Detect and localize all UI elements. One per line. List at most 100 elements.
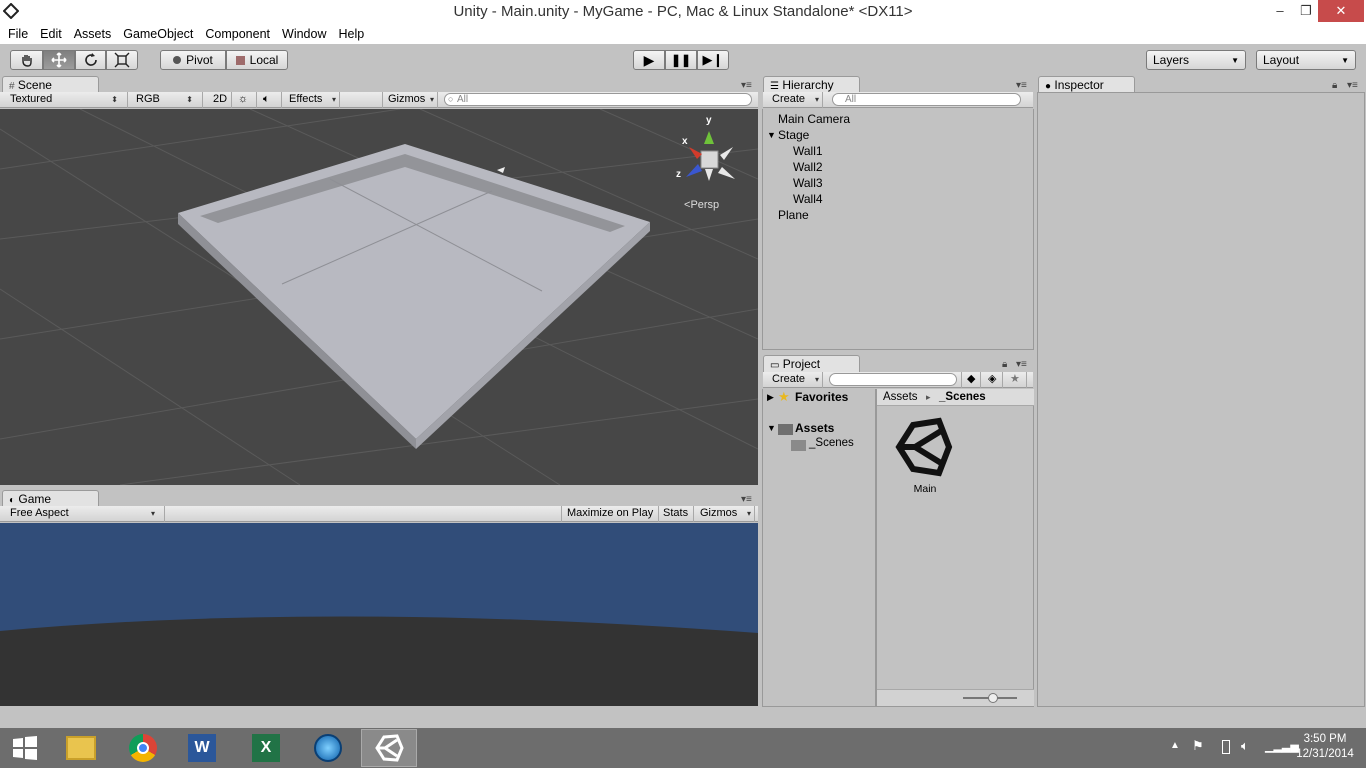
menu-window[interactable]: Window [282,27,326,41]
tray-expand-icon[interactable]: ▲ [1170,740,1180,751]
tab-game[interactable]: ◐ Game [2,490,99,507]
taskbar-word[interactable]: W [174,729,230,767]
create-label: Create [772,93,806,105]
panel-menu-icon[interactable]: ▾≡ [1016,359,1027,370]
scenes-folder-item[interactable]: _Scenes [809,437,854,449]
hierarchy-search-input[interactable]: All [832,93,1021,106]
pause-button[interactable]: ❚❚ [665,50,697,70]
project-toolbar: Create ▾ ◆ ◈ ★ [763,372,1033,388]
rgb-dropdown[interactable]: RGB ⬍ [131,92,203,108]
lighting-toggle[interactable]: ☼ [233,92,257,108]
aspect-dropdown[interactable]: Free Aspect ▾ [5,506,165,522]
tab-inspector[interactable]: ● Inspector [1038,76,1135,93]
panel-menu-icon[interactable]: ▾≡ [741,80,752,91]
menu-assets[interactable]: Assets [74,27,112,41]
step-button[interactable]: ▶❙ [697,50,729,70]
taskbar-excel[interactable]: X [238,729,294,767]
panel-menu-icon[interactable]: ▾≡ [1016,80,1027,91]
move-arrows-icon [51,52,67,68]
scene-search-placeholder: All [457,94,469,105]
window-title: Unity - Main.unity - MyGame - PC, Mac & … [453,3,913,20]
project-search-input[interactable] [829,373,957,386]
rgb-label: RGB [136,93,160,105]
stats-toggle[interactable]: Stats [658,506,695,522]
taskbar-unity[interactable] [361,729,417,767]
scene-search-input[interactable]: All [444,93,752,106]
hierarchy-item-wall4[interactable]: Wall4 [793,192,823,206]
aspect-label: Free Aspect [10,507,69,519]
maximize-button[interactable]: ❐ [1295,0,1317,22]
menu-edit[interactable]: Edit [40,27,62,41]
audio-toggle[interactable]: 🔈︎ [258,92,282,108]
lock-icon[interactable]: 🔒︎ [1002,359,1007,370]
taskbar-chrome[interactable] [115,729,171,767]
grid-icon: # [9,81,15,92]
filter-type-button[interactable]: ◆ [961,372,981,388]
breadcrumb-scenes[interactable]: _Scenes [939,391,986,403]
expand-arrow-icon[interactable]: ▼ [767,423,776,433]
layers-dropdown[interactable]: Layers ▼ [1146,50,1246,70]
clock[interactable]: 3:50 PM 12/31/2014 [1290,733,1360,760]
rotate-tool-button[interactable] [75,50,106,70]
menu-help[interactable]: Help [338,27,364,41]
hierarchy-item-wall2[interactable]: Wall2 [793,160,823,174]
2d-toggle[interactable]: 2D [208,92,232,108]
pivot-button[interactable]: Pivot [160,50,226,70]
hierarchy-item-stage[interactable]: Stage [778,128,809,142]
shading-mode-dropdown[interactable]: Textured ⬍ [5,92,128,108]
close-button[interactable]: ✕ [1318,0,1364,22]
play-button[interactable]: ▶ [633,50,665,70]
hierarchy-create-dropdown[interactable]: Create ▾ [767,92,823,108]
persp-label[interactable]: <Persp [684,199,719,211]
battery-icon[interactable] [1222,740,1230,754]
sun-icon: ☼ [238,93,249,105]
scene-gizmo[interactable] [686,131,735,181]
hierarchy-item-wall1[interactable]: Wall1 [793,144,823,158]
lock-icon[interactable]: 🔒︎ [1332,80,1337,91]
volume-icon[interactable]: 🔈︎ [1241,738,1249,754]
menu-gameobject[interactable]: GameObject [123,27,193,41]
filter-label-button[interactable]: ◈ [983,372,1003,388]
menu-file[interactable]: File [8,27,28,41]
favorites-item[interactable]: Favorites [795,390,848,404]
hierarchy-tab-label: Hierarchy [782,78,834,92]
effects-label: Effects [289,93,323,105]
assets-item[interactable]: Assets [795,421,834,435]
favorite-button[interactable]: ★ [1005,372,1027,388]
expand-arrow-icon[interactable]: ▼ [767,130,776,140]
game-view[interactable] [0,523,758,706]
zoom-slider-thumb[interactable] [988,693,998,703]
move-tool-button[interactable] [43,50,75,70]
hierarchy-item-wall3[interactable]: Wall3 [793,176,823,190]
game-gizmos-dropdown[interactable]: Gizmos ▾ [695,506,755,522]
project-create-dropdown[interactable]: Create ▾ [767,372,823,388]
layers-label: Layers [1153,53,1190,67]
breadcrumb-assets[interactable]: Assets [883,391,918,403]
layout-dropdown[interactable]: Layout ▼ [1256,50,1356,70]
collapse-arrow-icon[interactable]: ▶ [767,392,774,403]
panel-menu-icon[interactable]: ▾≡ [741,494,752,505]
hierarchy-item-main-camera[interactable]: Main Camera [778,112,850,126]
scene-view[interactable]: y x z <Persp [0,109,758,485]
project-tab-label: Project [782,357,821,371]
panel-menu-icon[interactable]: ▾≡ [1347,80,1358,91]
hand-tool-button[interactable] [10,50,43,70]
minimize-button[interactable]: – [1265,0,1295,22]
scene-gizmos-dropdown[interactable]: Gizmos ▾ [382,92,438,108]
asset-main-scene[interactable]: Main [893,417,957,495]
gizmos-label: Gizmos [388,93,426,105]
hierarchy-item-plane[interactable]: Plane [778,208,809,222]
scale-tool-button[interactable] [106,50,138,70]
start-button[interactable] [0,729,50,767]
tab-hierarchy[interactable]: ☰ Hierarchy [763,76,860,93]
local-button[interactable]: Local [226,50,288,70]
effects-dropdown[interactable]: Effects ▾ [284,92,340,108]
menu-component[interactable]: Component [205,27,270,41]
maximize-on-play-toggle[interactable]: Maximize on Play [561,506,660,522]
tab-scene[interactable]: # Scene [2,76,99,93]
taskbar-media-app[interactable] [300,729,356,767]
tab-project[interactable]: ▭ Project [763,355,860,372]
action-center-flag-icon[interactable]: ⚑ [1192,738,1204,754]
rotate-icon [84,53,97,66]
taskbar-file-explorer[interactable] [53,729,109,767]
